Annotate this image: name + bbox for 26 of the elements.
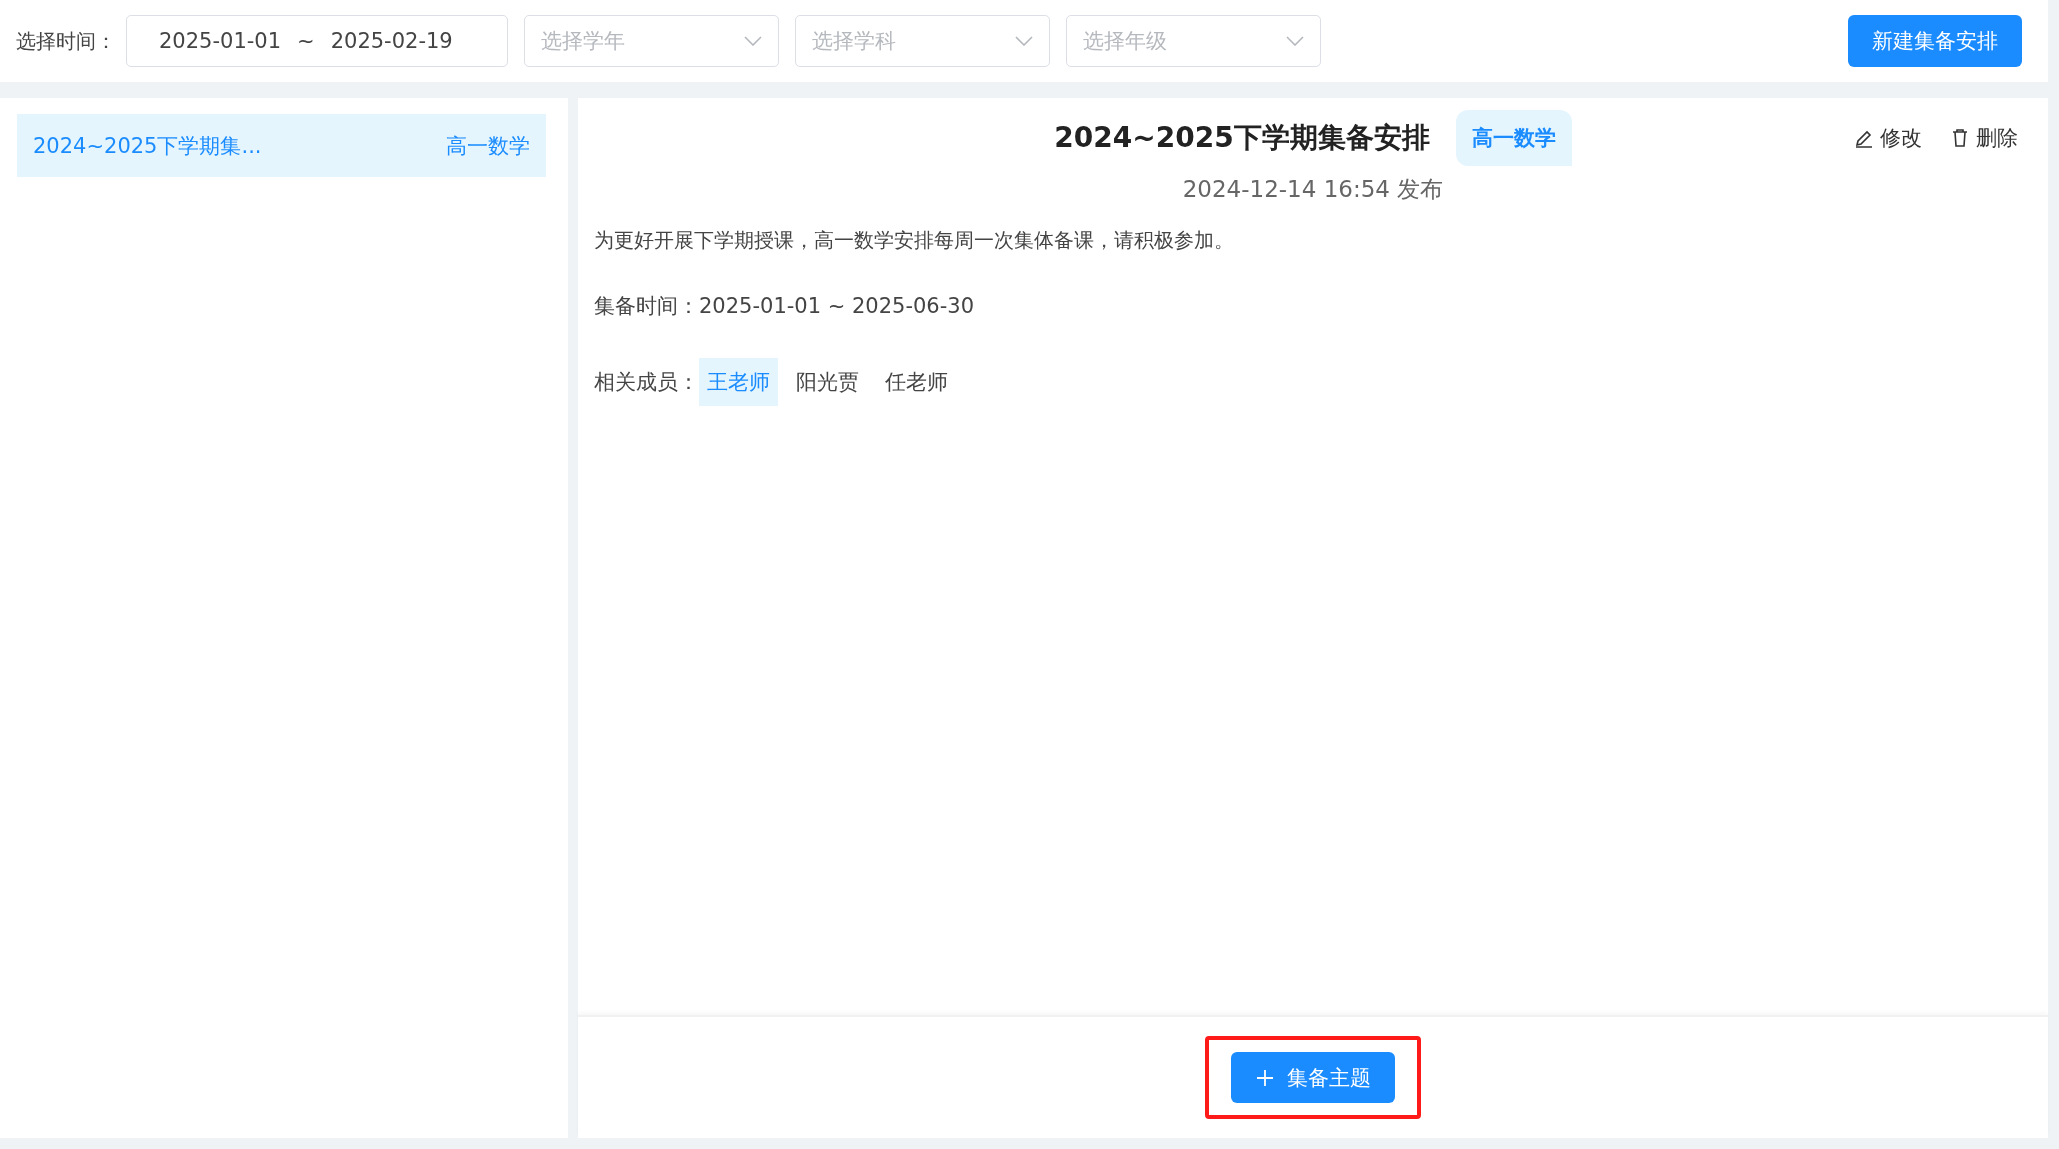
select-dropdown[interactable]: 选择年级 <box>1066 15 1321 67</box>
date-range-field[interactable]: 2025-01-01 ~ 2025-02-19 <box>126 15 508 67</box>
publish-date: 2024-12-14 16:54 发布 <box>1182 175 1444 204</box>
add-topic-button[interactable]: 集备主题 <box>1231 1052 1395 1103</box>
select-dropdown[interactable]: 选择学科 <box>795 15 1050 67</box>
subject-tag: 高一数学 <box>1455 110 1572 166</box>
member-tag[interactable]: 阳光贾 <box>788 358 867 406</box>
pencil-icon <box>1854 128 1874 148</box>
select-dropdown[interactable]: 选择学年 <box>524 15 779 67</box>
member-tag[interactable]: 任老师 <box>877 358 956 406</box>
new-arrangement-button[interactable]: 新建集备安排 <box>1848 15 2022 67</box>
plus-icon <box>1255 1067 1275 1088</box>
time-label: 集备时间： <box>594 293 699 320</box>
member-tag[interactable]: 王老师 <box>699 358 778 406</box>
detail-title: 2024~2025下学期集备安排 <box>1054 120 1430 156</box>
chevron-down-icon <box>744 36 762 46</box>
chevron-down-icon <box>1286 36 1304 46</box>
time-value: 2025-01-01 ~ 2025-06-30 <box>699 294 975 318</box>
delete-button[interactable]: 删除 <box>1950 124 2018 152</box>
time-label: 选择时间： <box>16 27 116 55</box>
members-label: 相关成员： <box>594 369 699 396</box>
edit-button[interactable]: 修改 <box>1854 124 1922 152</box>
list-item[interactable]: 2024~2025下学期集... 高一数学 <box>17 114 546 177</box>
trash-icon <box>1950 128 1970 148</box>
description: 为更好开展下学期授课，高一数学安排每周一次集体备课，请积极参加。 <box>594 227 1235 254</box>
chevron-down-icon <box>1015 36 1033 46</box>
